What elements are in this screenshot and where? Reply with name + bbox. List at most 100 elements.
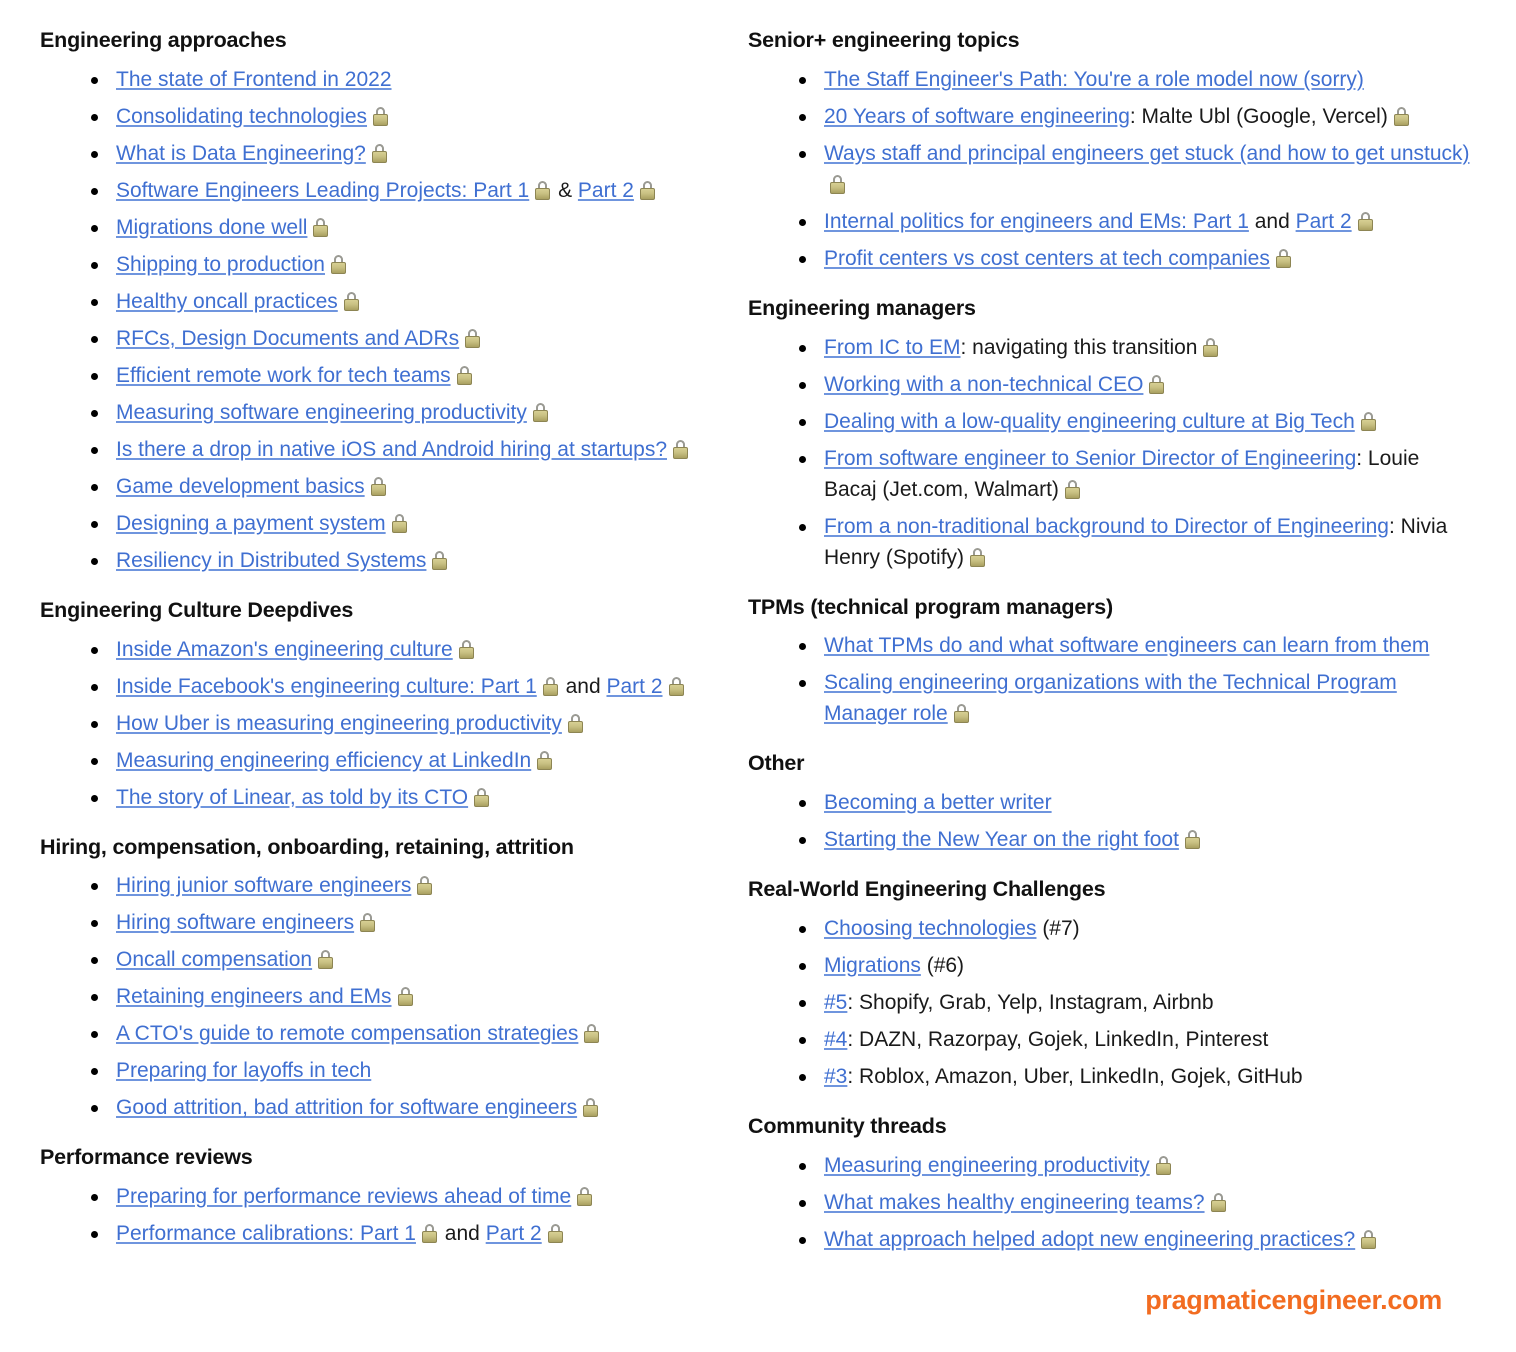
article-link[interactable]: Game development basics (116, 475, 365, 498)
item-plain-text: : navigating this transition (960, 335, 1198, 359)
article-link[interactable]: Ways staff and principal engineers get s… (824, 142, 1470, 165)
list-item: Choosing technologies (#7) (748, 913, 1472, 944)
article-link[interactable]: Part 2 (486, 1222, 542, 1245)
list-item: Efficient remote work for tech teams (40, 360, 748, 391)
article-link[interactable]: Designing a payment system (116, 512, 386, 535)
article-link[interactable]: Working with a non-technical CEO (824, 373, 1143, 396)
article-link[interactable]: Choosing technologies (824, 917, 1036, 940)
left-column: Engineering approaches The state of Front… (24, 28, 748, 1271)
lock-icon (532, 402, 548, 422)
article-link[interactable]: Hiring software engineers (116, 911, 354, 934)
article-link[interactable]: Internal politics for engineers and EMs:… (824, 210, 1249, 233)
item-plain-text: (#6) (920, 953, 965, 977)
article-link[interactable]: Preparing for layoffs in tech (116, 1059, 371, 1082)
article-link[interactable]: RFCs, Design Documents and ADRs (116, 327, 459, 350)
lock-icon (1361, 1229, 1377, 1249)
article-link[interactable]: Part 2 (1296, 210, 1352, 233)
article-link[interactable]: Measuring engineering efficiency at Link… (116, 749, 531, 772)
article-link[interactable]: What TPMs do and what software engineers… (824, 634, 1429, 657)
section-heading: Senior+ engineering topics (748, 28, 1020, 52)
article-link[interactable]: How Uber is measuring engineering produc… (116, 712, 562, 735)
article-link[interactable]: Retaining engineers and EMs (116, 985, 392, 1008)
lock-icon (639, 180, 655, 200)
item-plain-text: and (559, 674, 607, 698)
article-link[interactable]: Measuring software engineering productiv… (116, 401, 527, 424)
list-item: What approach helped adopt new engineeri… (748, 1224, 1472, 1255)
list-item: Oncall compensation (40, 944, 748, 975)
article-link[interactable]: Inside Facebook's engineering culture: P… (116, 675, 537, 698)
list-item: Retaining engineers and EMs (40, 981, 748, 1012)
item-plain-text: and (438, 1222, 486, 1246)
article-link[interactable]: Efficient remote work for tech teams (116, 364, 451, 387)
article-link[interactable]: From a non-traditional background to Dir… (824, 515, 1389, 538)
article-link[interactable]: Oncall compensation (116, 948, 312, 971)
article-link[interactable]: A CTO's guide to remote compensation str… (116, 1022, 578, 1045)
article-link[interactable]: Performance calibrations: Part 1 (116, 1222, 416, 1245)
lock-icon (583, 1098, 599, 1118)
list-item: Internal politics for engineers and EMs:… (748, 206, 1472, 237)
lock-icon (458, 639, 474, 659)
article-link[interactable]: The Staff Engineer's Path: You're a role… (824, 68, 1364, 91)
lock-icon (456, 365, 472, 385)
article-link[interactable]: Hiring junior software engineers (116, 874, 411, 897)
article-link[interactable]: Migrations (824, 954, 921, 977)
list-item: Inside Amazon's engineering culture (40, 634, 748, 665)
section-heading: Engineering Culture Deepdives (40, 597, 354, 622)
article-link[interactable]: Inside Amazon's engineering culture (116, 638, 453, 661)
list-item: How Uber is measuring engineering produc… (40, 708, 748, 739)
article-link[interactable]: Profit centers vs cost centers at tech c… (824, 247, 1270, 270)
article-link[interactable]: Software Engineers Leading Projects: Par… (116, 179, 529, 202)
item-plain-text: & (552, 178, 578, 202)
article-link[interactable]: Healthy oncall practices (116, 290, 338, 313)
list-item: A CTO's guide to remote compensation str… (40, 1018, 748, 1049)
article-link[interactable]: Shipping to production (116, 253, 325, 276)
article-link[interactable]: Preparing for performance reviews ahead … (116, 1185, 571, 1208)
article-link[interactable]: #5 (824, 991, 847, 1014)
article-link[interactable]: Dealing with a low-quality engineering c… (824, 410, 1355, 433)
list-item: RFCs, Design Documents and ADRs (40, 323, 748, 354)
article-link[interactable]: The state of Frontend in 2022 (116, 68, 392, 91)
article-link[interactable]: From software engineer to Senior Directo… (824, 447, 1356, 470)
article-link[interactable]: From IC to EM (824, 336, 961, 359)
article-link[interactable]: Part 2 (578, 179, 634, 202)
brand-watermark: pragmaticengineer.com (1145, 1285, 1442, 1315)
item-plain-text: : Malte Ubl (Google, Vercel) (1129, 104, 1388, 128)
list-item: #3: Roblox, Amazon, Uber, LinkedIn, Goje… (748, 1061, 1472, 1092)
article-link[interactable]: Is there a drop in native iOS and Androi… (116, 438, 667, 461)
article-link[interactable]: Migrations done well (116, 216, 307, 239)
article-link[interactable]: What makes healthy engineering teams? (824, 1191, 1205, 1214)
content-section: Community threads Measuring engineering p… (748, 1114, 1472, 1255)
link-list: Preparing for performance reviews ahead … (40, 1181, 748, 1249)
list-item: Shipping to production (40, 249, 748, 280)
lock-icon (577, 1187, 593, 1207)
article-link[interactable]: What approach helped adopt new engineeri… (824, 1228, 1355, 1251)
article-link[interactable]: Becoming a better writer (824, 791, 1052, 814)
article-link[interactable]: Scaling engineering organizations with t… (824, 671, 1397, 725)
article-link[interactable]: #3 (824, 1065, 847, 1088)
list-item: Becoming a better writer (748, 787, 1472, 818)
list-item: From software engineer to Senior Directo… (748, 443, 1472, 505)
list-item: Performance calibrations: Part 1 and Par… (40, 1218, 748, 1249)
article-link[interactable]: Measuring engineering productivity (824, 1154, 1150, 1177)
item-plain-text: : DAZN, Razorpay, Gojek, LinkedIn, Pinte… (847, 1027, 1269, 1051)
article-link[interactable]: The story of Linear, as told by its CTO (116, 786, 468, 809)
article-link[interactable]: Part 2 (606, 675, 662, 698)
lock-icon (1064, 479, 1080, 499)
article-link[interactable]: 20 Years of software engineering (824, 105, 1130, 128)
article-link-index-page: Engineering approaches The state of Front… (0, 0, 1516, 1352)
article-link[interactable]: Resiliency in Distributed Systems (116, 549, 426, 572)
section-heading: Real-World Engineering Challenges (748, 877, 1106, 902)
item-plain-text: (#7) (1036, 916, 1080, 940)
lock-icon (1149, 374, 1165, 394)
lock-icon (1360, 411, 1376, 431)
article-link[interactable]: Good attrition, bad attrition for softwa… (116, 1096, 577, 1119)
article-link[interactable]: Consolidating technologies (116, 105, 367, 128)
list-item: 20 Years of software engineering: Malte … (748, 101, 1472, 132)
lock-icon (1203, 337, 1219, 357)
article-link[interactable]: Starting the New Year on the right foot (824, 828, 1179, 851)
item-plain-text: : Roblox, Amazon, Uber, LinkedIn, Gojek,… (847, 1064, 1303, 1088)
article-link[interactable]: #4 (824, 1028, 847, 1051)
link-list: What TPMs do and what software engineers… (748, 630, 1472, 729)
list-item: Ways staff and principal engineers get s… (748, 138, 1472, 200)
article-link[interactable]: What is Data Engineering? (116, 142, 366, 165)
